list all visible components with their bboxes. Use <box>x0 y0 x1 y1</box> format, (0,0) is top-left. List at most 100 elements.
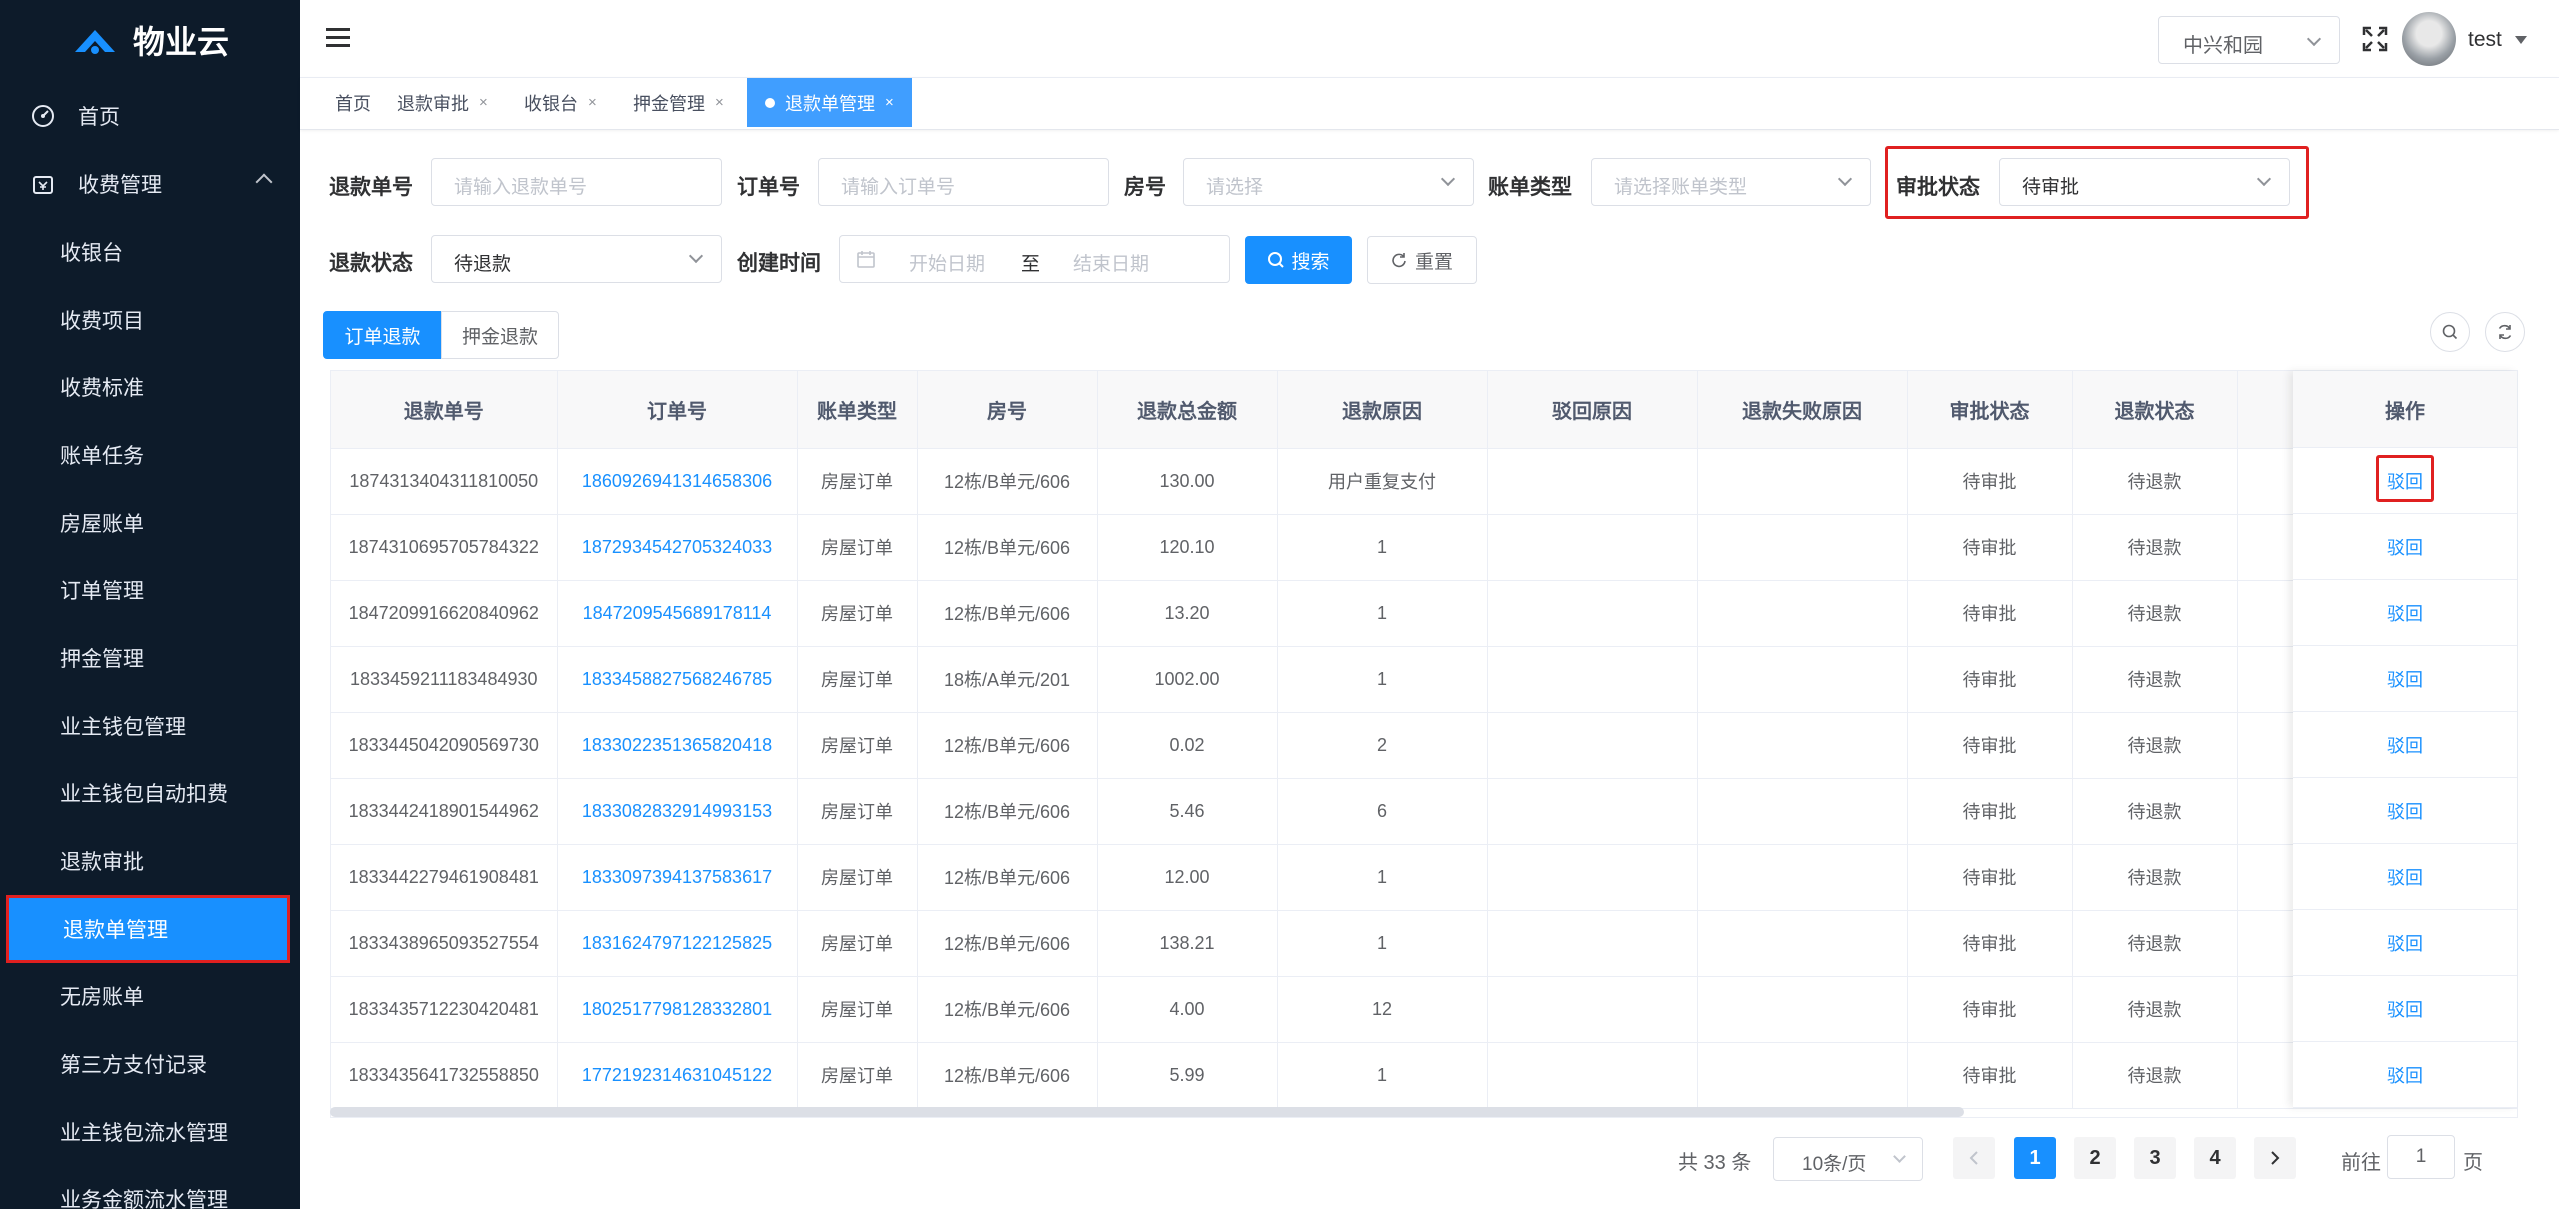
table-cell <box>1697 514 1908 581</box>
column-header: 退款状态 <box>2072 371 2238 449</box>
table-cell: 待退款 <box>2072 514 2238 581</box>
sidebar-item-label: 业主钱包管理 <box>60 715 186 739</box>
sidebar-item[interactable]: 业主钱包流水管理 <box>0 1098 300 1166</box>
tag-refund-list[interactable]: 退款单管理 × <box>747 78 912 127</box>
reject-button[interactable]: 驳回 <box>2293 844 2517 910</box>
bill-type-select[interactable]: 请选择账单类型 <box>1591 158 1871 206</box>
next-page-button[interactable] <box>2254 1137 2296 1179</box>
tab-deposit-refund[interactable]: 押金退款 <box>441 311 559 359</box>
order-no-link[interactable]: 1802517798128332801 <box>557 976 798 1043</box>
approval-status-select[interactable]: 待审批 <box>1999 158 2290 206</box>
sidebar-item[interactable]: 订单管理 <box>0 556 300 624</box>
reject-button[interactable]: 驳回 <box>2293 910 2517 976</box>
close-icon[interactable]: × <box>715 94 724 111</box>
order-no-link[interactable]: 1847209545689178114 <box>557 580 798 647</box>
reject-button[interactable]: 驳回 <box>2293 976 2517 1042</box>
sidebar-item[interactable]: 收费标准 <box>0 353 300 421</box>
horizontal-scrollbar[interactable] <box>330 1107 1964 1117</box>
reject-button[interactable]: 驳回 <box>2293 514 2517 580</box>
search-button-label: 搜索 <box>1291 251 1330 273</box>
sidebar-item-label: 业务金额流水管理 <box>60 1189 228 1209</box>
column-header: 驳回原因 <box>1487 371 1698 449</box>
order-no-link[interactable]: 1872934542705324033 <box>557 514 798 581</box>
reject-button[interactable]: 驳回 <box>2293 580 2517 646</box>
close-icon[interactable]: × <box>479 94 488 111</box>
sidebar-item-label: 房屋账单 <box>60 512 144 536</box>
reject-button[interactable]: 驳回 <box>2293 778 2517 844</box>
order-no-link[interactable]: 1831624797122125825 <box>557 910 798 977</box>
table-cell: 1833435712230420481 <box>331 976 558 1043</box>
column-header: 退款总金额 <box>1097 371 1278 449</box>
order-no-link[interactable]: 1833022351365820418 <box>557 712 798 779</box>
fullscreen-icon[interactable] <box>2362 26 2388 52</box>
page-4-button[interactable]: 4 <box>2194 1137 2236 1179</box>
search-button[interactable]: 搜索 <box>1245 236 1352 284</box>
sidebar-item[interactable]: 业主钱包管理 <box>0 692 300 760</box>
nav-billing[interactable]: 收费管理 <box>0 150 300 218</box>
table-cell <box>1697 448 1908 515</box>
toggle-search-button[interactable] <box>2430 312 2470 352</box>
page-size-select[interactable]: 10条/页 <box>1773 1137 1923 1181</box>
top-header: 中兴和园 test <box>300 0 2559 78</box>
room-select[interactable]: 请选择 <box>1183 158 1474 206</box>
table-cell: 5.46 <box>1097 778 1278 845</box>
sidebar-item[interactable]: 退款审批 <box>0 827 300 895</box>
sidebar-item[interactable]: 业务金额流水管理 <box>0 1166 300 1209</box>
table-cell: 1002.00 <box>1097 646 1278 713</box>
table-cell: 用户重复支付 <box>1277 448 1488 515</box>
column-header: 账单类型 <box>797 371 918 449</box>
chevron-right-icon <box>2271 1151 2280 1165</box>
table-cell: 待审批 <box>1907 778 2073 845</box>
table-cell: 待退款 <box>2072 778 2238 845</box>
refund-no-input[interactable]: 请输入退款单号 <box>431 158 722 206</box>
order-no-label: 订单号 <box>737 176 800 199</box>
tag-cashier[interactable]: 收银台 × <box>524 78 597 127</box>
order-no-link[interactable]: 1860926941314658306 <box>557 448 798 515</box>
refund-status-select[interactable]: 待退款 <box>431 235 722 283</box>
order-no-link[interactable]: 1833082832914993153 <box>557 778 798 845</box>
reject-button[interactable]: 驳回 <box>2293 1042 2517 1108</box>
sidebar-item[interactable]: 第三方支付记录 <box>0 1030 300 1098</box>
menu-toggle-icon[interactable] <box>326 28 350 48</box>
close-icon[interactable]: × <box>885 94 894 111</box>
reset-button[interactable]: 重置 <box>1367 236 1477 284</box>
order-no-link[interactable]: 1833097394137583617 <box>557 844 798 911</box>
tag-refund-approval[interactable]: 退款审批 × <box>397 78 488 127</box>
table-cell: 1833445042090569730 <box>331 712 558 779</box>
project-select[interactable]: 中兴和园 <box>2158 16 2340 64</box>
tag-deposit[interactable]: 押金管理 × <box>633 78 724 127</box>
page-3-button[interactable]: 3 <box>2134 1137 2176 1179</box>
prev-page-button[interactable] <box>1953 1137 1995 1179</box>
user-name[interactable]: test <box>2468 28 2502 52</box>
avatar[interactable] <box>2402 12 2456 66</box>
sidebar-item[interactable]: 押金管理 <box>0 624 300 692</box>
reject-button[interactable]: 驳回 <box>2293 712 2517 778</box>
table-cell: 2 <box>1277 712 1488 779</box>
table-cell: 4.00 <box>1097 976 1278 1043</box>
page-1-button[interactable]: 1 <box>2014 1137 2056 1179</box>
sidebar-item[interactable]: 退款单管理 <box>6 894 290 963</box>
table-cell: 待退款 <box>2072 448 2238 515</box>
nav-home[interactable]: 首页 <box>0 82 300 150</box>
sidebar-item[interactable]: 无房账单 <box>0 963 300 1031</box>
sidebar-item[interactable]: 账单任务 <box>0 421 300 489</box>
sidebar-item[interactable]: 房屋账单 <box>0 489 300 557</box>
caret-down-icon[interactable] <box>2515 36 2527 44</box>
page-2-button[interactable]: 2 <box>2074 1137 2116 1179</box>
order-no-input[interactable]: 请输入订单号 <box>818 158 1109 206</box>
table-row: 1874313404311810050 1860926941314658306 房屋… <box>331 448 2517 515</box>
close-icon[interactable]: × <box>588 94 597 111</box>
tab-order-refund[interactable]: 订单退款 <box>323 311 442 359</box>
chevron-down-icon <box>2306 31 2322 47</box>
table-cell: 12栋/B单元/606 <box>917 712 1098 779</box>
reject-button[interactable]: 驳回 <box>2293 646 2517 712</box>
sidebar-item[interactable]: 业主钱包自动扣费 <box>0 760 300 828</box>
sidebar-item[interactable]: 收费项目 <box>0 286 300 354</box>
order-no-link[interactable]: 1833458827568246785 <box>557 646 798 713</box>
tag-home[interactable]: 首页 <box>335 78 371 127</box>
goto-page-input[interactable]: 1 <box>2387 1135 2455 1179</box>
refresh-button[interactable] <box>2485 312 2525 352</box>
table-cell: 待审批 <box>1907 1042 2073 1109</box>
order-no-link[interactable]: 1772192314631045122 <box>557 1042 798 1109</box>
sidebar-item[interactable]: 收银台 <box>0 218 300 286</box>
